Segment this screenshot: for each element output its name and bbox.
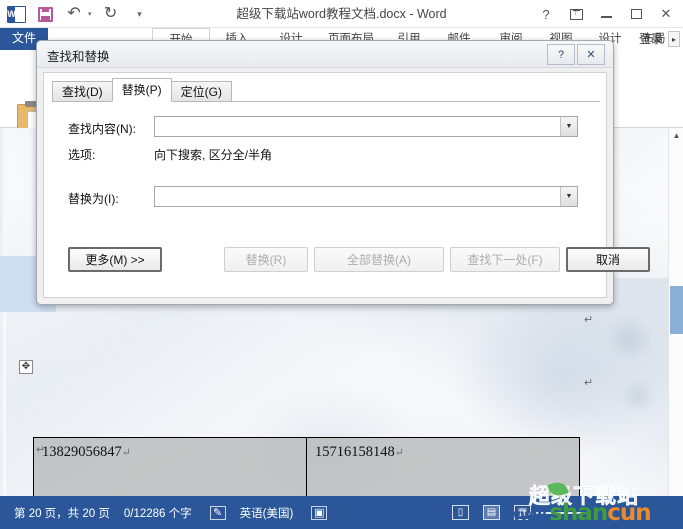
pilcrow-icon: ↵ [121,447,131,459]
page-left-edge [0,128,6,496]
word-application-window: W ↶ ▾ ↻ ▾ 超级下载站word教程文档.docx - Word ? ✕ … [0,0,683,529]
watermark-shan: shan [549,500,608,526]
watermark-net: .net [662,510,677,519]
proofing-errors-icon[interactable]: ✎ [209,505,226,520]
dialog-tab-find[interactable]: 查找(D) [52,81,113,102]
close-icon[interactable]: ✕ [651,1,681,27]
replace-all-button: 全部替换(A) [314,247,444,272]
replace-button: 替换(R) [224,247,308,272]
dialog-tab-strip: 查找(D) 替换(P) 定位(G) [52,78,232,102]
watermark-domain: www.shancun [507,500,652,526]
scroll-up-arrow-icon[interactable]: ▲ [669,128,683,143]
dialog-tab-replace[interactable]: 替换(P) [111,78,172,102]
find-next-button: 查找下一处(F) [450,247,560,272]
dialog-tab-goto[interactable]: 定位(G) [170,81,232,102]
find-and-replace-dialog: 查找和替换 ? ✕ 查找(D) 替换(P) 定位(G) 查找内容(N): ▼ 选… [36,40,650,305]
maximize-icon[interactable] [621,1,651,27]
replace-with-label: 替换为(I): [68,192,119,206]
dialog-button-row: 更多(M) >> 替换(R) 全部替换(A) 查找下一处(F) 取消 [68,247,650,273]
word-count[interactable]: 0/12286 个字 [124,505,192,521]
window-controls: ? ✕ [531,0,681,28]
options-value: 向下搜索, 区分全/半角 [154,148,273,162]
title-bar: W ↶ ▾ ↻ ▾ 超级下载站word教程文档.docx - Word ? ✕ [0,0,683,28]
site-watermark: 超级下载站 www.shancun .net [503,479,679,528]
table-cell-text: 13829056847 [42,444,122,460]
dialog-title: 查找和替换 [47,50,110,64]
read-mode-view-button[interactable]: ▯ [452,505,469,520]
replace-with-input[interactable] [155,187,560,206]
table-cell[interactable]: 13829056847↵ [33,437,307,496]
pilcrow-icon: ↵ [394,447,404,459]
print-layout-view-button[interactable]: ▤ [483,505,500,520]
watermark-www: www. [507,506,550,524]
page-indicator[interactable]: 第 20 页，共 20 页 [14,505,110,521]
row-end-mark: ↵ [584,377,594,389]
help-icon[interactable]: ? [531,1,561,27]
minimize-icon[interactable] [591,1,621,27]
more-options-button[interactable]: 更多(M) >> [68,247,162,272]
tab-scroll-right-icon[interactable]: ▸ [668,31,680,47]
ribbon-display-options-icon[interactable] [561,1,591,27]
macro-record-icon[interactable]: ▣ [311,505,328,520]
find-what-label: 查找内容(N): [68,122,136,136]
find-what-input[interactable] [155,117,560,136]
replace-with-dropdown-icon[interactable]: ▼ [560,187,577,206]
language-indicator[interactable]: 英语(美国) [240,505,294,521]
dialog-replace-panel: 查找内容(N): ▼ 选项: 向下搜索, 区分全/半角 替换为(I): ▼ 更多… [52,102,650,292]
table-row[interactable]: 13829056847↵ 15716158148↵ [33,437,580,496]
cancel-button[interactable]: 取消 [566,247,650,272]
find-what-dropdown-icon[interactable]: ▼ [560,117,577,136]
sign-in-link[interactable]: 登录 [639,28,663,50]
row-end-mark: ↵ [584,314,594,326]
scrollbar-thumb[interactable] [670,286,683,334]
table-cell-text: 15716158148 [315,444,395,460]
options-label: 选项: [68,148,96,162]
dialog-help-icon[interactable]: ? [547,44,575,65]
table-move-handle[interactable]: ✥ [19,360,33,374]
dialog-close-icon[interactable]: ✕ [577,44,605,65]
watermark-cun: cun [607,500,651,526]
paragraph-mark: ↵ [36,444,46,456]
replace-with-combobox[interactable]: ▼ [154,186,578,207]
find-what-combobox[interactable]: ▼ [154,116,578,137]
vertical-scrollbar[interactable]: ▲ [668,128,683,496]
word-app-icon-letter: W [7,9,16,19]
phone-number-table[interactable]: 13829056847↵ 15716158148↵ 13902855789↵ 1… [33,437,580,496]
dialog-title-bar: 查找和替换 ? ✕ [37,41,613,68]
dialog-body: 查找(D) 替换(P) 定位(G) 查找内容(N): ▼ 选项: 向下搜索, 区… [43,72,650,298]
